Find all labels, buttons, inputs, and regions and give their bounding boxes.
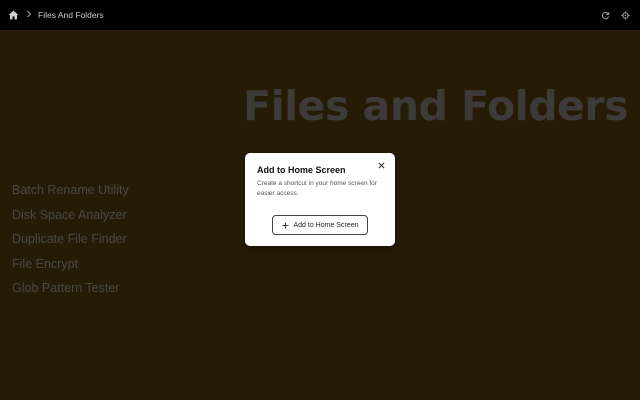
chevron-right-icon bbox=[26, 10, 32, 21]
breadcrumb: Files And Folders bbox=[6, 8, 600, 22]
tool-item-file-encrypt[interactable]: File Encrypt bbox=[12, 256, 129, 281]
add-to-home-screen-button[interactable]: Add to Home Screen bbox=[272, 215, 368, 235]
page-title: Files and Folders bbox=[243, 82, 628, 130]
top-actions bbox=[600, 10, 630, 20]
add-to-home-dialog: Add to Home Screen Create a shortcut in … bbox=[245, 153, 395, 246]
tool-item-batch-rename-utility[interactable]: Batch Rename Utility bbox=[12, 182, 129, 207]
dialog-description: Create a shortcut in your home screen fo… bbox=[257, 180, 377, 197]
tool-item-duplicate-file-finder[interactable]: Duplicate File Finder bbox=[12, 231, 129, 256]
home-icon[interactable] bbox=[6, 8, 20, 22]
tool-item-glob-pattern-tester[interactable]: Glob Pattern Tester bbox=[12, 280, 129, 305]
tool-list: Batch Rename Utility Disk Space Analyzer… bbox=[12, 182, 129, 305]
breadcrumb-current[interactable]: Files And Folders bbox=[38, 10, 104, 20]
close-icon[interactable] bbox=[377, 161, 386, 170]
tool-item-disk-space-analyzer[interactable]: Disk Space Analyzer bbox=[12, 207, 129, 232]
top-bar: Files And Folders bbox=[0, 0, 640, 30]
add-to-home-screen-label: Add to Home Screen bbox=[293, 221, 359, 229]
refresh-icon[interactable] bbox=[600, 10, 610, 20]
dialog-title: Add to Home Screen bbox=[257, 165, 346, 175]
gear-icon[interactable] bbox=[620, 10, 630, 20]
plus-icon bbox=[281, 221, 289, 229]
